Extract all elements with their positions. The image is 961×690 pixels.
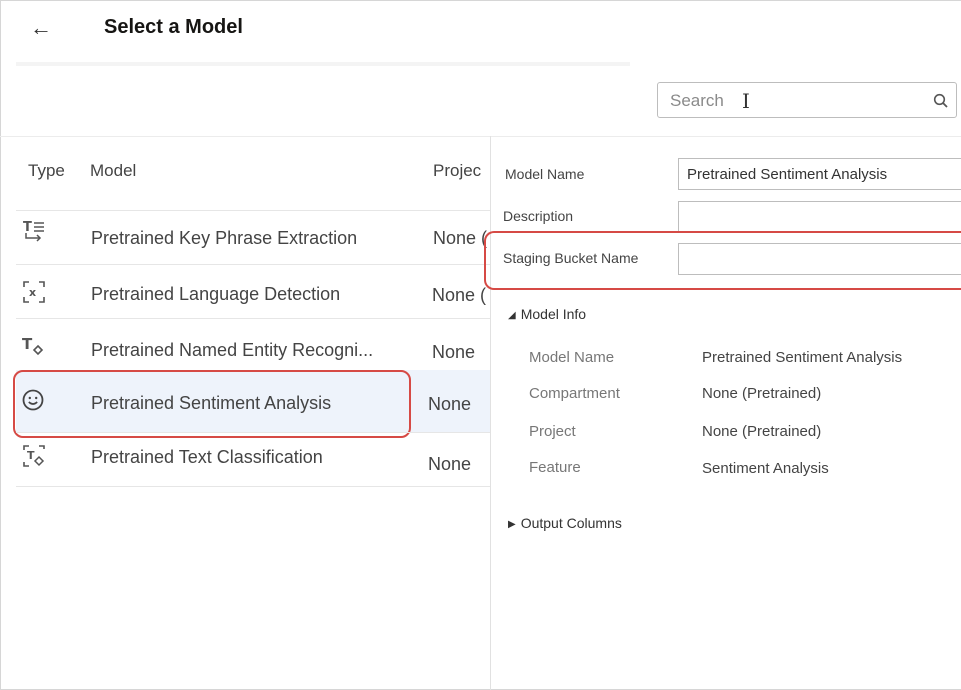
key-phrase-icon: T [23, 220, 44, 242]
text-classification-icon: T [23, 445, 45, 467]
row-divider [16, 432, 490, 433]
svg-text:T: T [27, 449, 35, 462]
model-name: Pretrained Named Entity Recogni... [91, 340, 374, 360]
text-cursor-icon: I [742, 89, 750, 113]
search-input[interactable] [670, 90, 910, 112]
info-key: Feature [529, 459, 581, 476]
column-header-project[interactable]: Projec [433, 161, 490, 181]
svg-text:T: T [23, 220, 32, 235]
description-label: Description [503, 208, 574, 224]
column-header-type[interactable]: Type [28, 161, 65, 181]
info-value: Sentiment Analysis [702, 460, 829, 477]
model-name: Pretrained Language Detection [91, 284, 341, 304]
model-name: Pretrained Key Phrase Extraction [91, 228, 358, 248]
back-button[interactable]: ← [30, 14, 52, 42]
header-divider [16, 62, 630, 66]
divider [0, 136, 961, 137]
search-icon[interactable] [932, 92, 950, 110]
selected-model-highlight [13, 370, 411, 438]
table-row[interactable]: x Pretrained Language Detection None ( [0, 268, 490, 314]
output-columns-toggle[interactable]: ▶ Output Columns [508, 515, 622, 531]
language-detection-icon: x [23, 281, 45, 303]
named-entity-icon: T [22, 335, 44, 356]
info-value: Pretrained Sentiment Analysis [702, 349, 903, 366]
model-name-label: Model Name [505, 166, 585, 182]
project-value: None ( [432, 285, 487, 305]
svg-text:x: x [29, 286, 36, 299]
caret-right-icon: ▶ [508, 519, 516, 530]
model-name-field[interactable]: Pretrained Sentiment Analysis [678, 158, 961, 190]
row-divider [16, 486, 490, 487]
page-title: Select a Model [104, 16, 243, 38]
staging-bucket-highlight [484, 231, 961, 290]
description-field[interactable] [678, 201, 961, 233]
info-key: Model Name [529, 349, 615, 366]
arrow-left-icon: ← [30, 15, 52, 40]
project-value: None ( [433, 228, 488, 248]
project-value: None [432, 342, 476, 362]
info-value: None (Pretrained) [702, 423, 822, 440]
model-name: Pretrained Text Classification [91, 447, 323, 467]
model-info-toggle[interactable]: ◢ Model Info [508, 306, 586, 322]
row-divider [16, 210, 490, 211]
info-key: Project [529, 423, 576, 440]
output-columns-header: Output Columns [520, 515, 622, 531]
table-row[interactable]: T Pretrained Key Phrase Extraction None … [0, 214, 490, 260]
row-divider [16, 318, 490, 319]
info-value: None (Pretrained) [702, 385, 822, 402]
row-divider [16, 264, 490, 265]
column-header-model[interactable]: Model [90, 161, 136, 181]
project-value: None [428, 454, 472, 474]
header: ← Select a Model [0, 0, 961, 66]
model-info-header: Model Info [520, 306, 587, 322]
search-box[interactable]: I [657, 82, 957, 118]
info-key: Compartment [529, 385, 620, 402]
panel-divider [490, 136, 491, 690]
svg-text:T: T [22, 335, 33, 353]
caret-down-icon: ◢ [508, 310, 516, 321]
table-row[interactable]: T Pretrained Text Classification None [0, 436, 490, 482]
project-value: None [428, 394, 472, 414]
table-row[interactable]: T Pretrained Named Entity Recogni... Non… [0, 322, 490, 368]
